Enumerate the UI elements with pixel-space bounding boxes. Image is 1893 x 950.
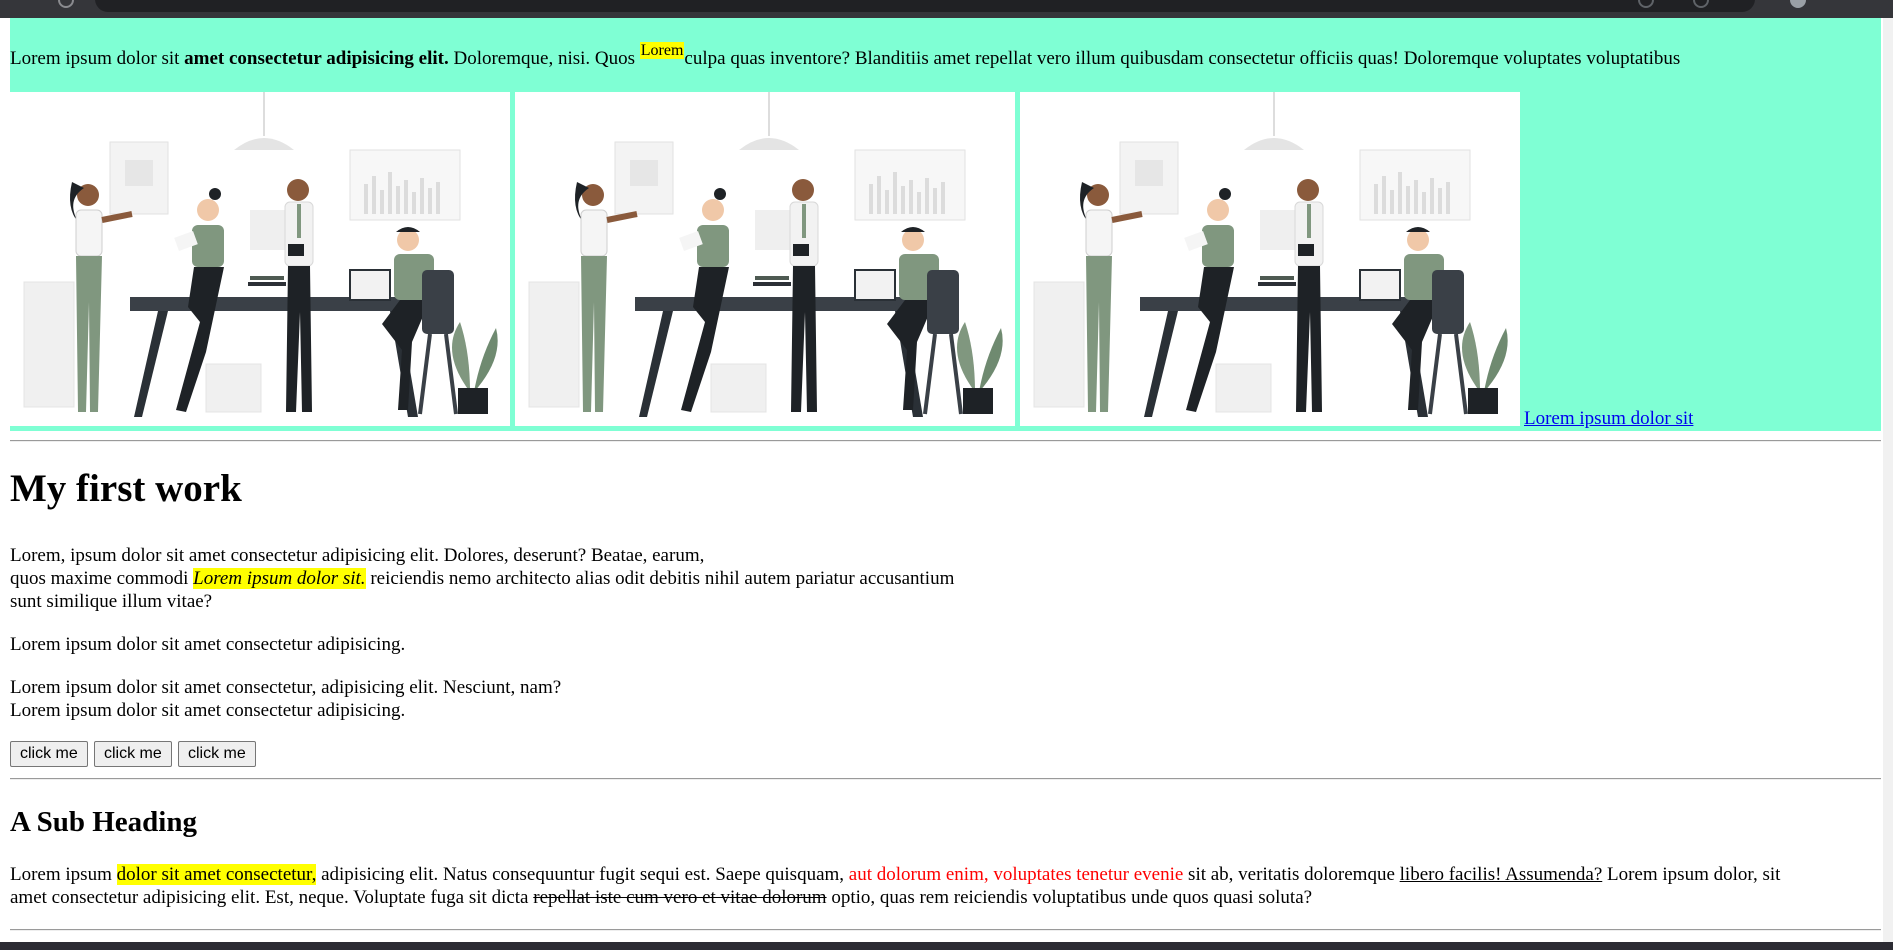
sub-heading: A Sub Heading (10, 806, 197, 838)
paragraph-line-2: Lorem ipsum dolor sit amet consectetur a… (10, 700, 406, 721)
sub-text: sit ab, veritatis doloremque (1183, 864, 1400, 885)
sub-text: amet consectetur adipisicing elit. Est, … (10, 887, 534, 908)
reload-icon[interactable] (58, 0, 74, 8)
intro-paragraph: Lorem, ipsum dolor sit amet consectetur … (10, 544, 954, 613)
office-team-illustration (1020, 92, 1520, 426)
profile-avatar-icon[interactable] (1790, 0, 1806, 8)
sub-text: adipisicing elit. Natus consequuntur fug… (316, 864, 849, 885)
intro-line-3: sunt similique illum vitae? (10, 591, 213, 612)
highlighted-italic-text: Lorem ipsum dolor sit. (193, 568, 366, 589)
hero-text-end: culpa quas inventore? Blanditiis amet re… (684, 48, 1681, 69)
office-team-illustration (515, 92, 1015, 426)
hero-link[interactable]: Lorem ipsum dolor sit (1524, 408, 1693, 431)
address-bar[interactable] (95, 0, 1755, 12)
hero-section: Lorem ipsum dolor sit amet consectetur a… (10, 18, 1881, 431)
hero-mark: Lorem (639, 42, 685, 59)
hero-text-start: Lorem ipsum dolor sit (10, 48, 185, 69)
paragraph-line-1: Lorem ipsum dolor sit amet consectetur, … (10, 677, 562, 698)
click-me-button-2[interactable]: click me (94, 741, 172, 767)
strikethrough-text: repellat iste cum vero et vitae dolorum (533, 887, 827, 908)
browser-toolbar (0, 0, 1893, 18)
red-text: aut dolorum enim, voluptates tenetur eve… (848, 864, 1184, 885)
short-paragraph: Lorem ipsum dolor sit amet consectetur a… (10, 634, 406, 655)
click-me-button-3[interactable]: click me (178, 741, 256, 767)
highlighted-text: dolor sit amet consectetur, (116, 864, 317, 885)
sub-text: Lorem ipsum dolor, sit (1602, 864, 1781, 885)
two-line-paragraph: Lorem ipsum dolor sit amet consectetur, … (10, 676, 561, 722)
divider (10, 778, 1881, 780)
intro-line-2-end: reiciendis nemo architecto alias odit de… (365, 568, 955, 589)
divider (10, 440, 1881, 442)
click-me-button-1[interactable]: click me (10, 741, 88, 767)
page-title: My first work (10, 467, 242, 510)
intro-line-1: Lorem, ipsum dolor sit amet consectetur … (10, 545, 705, 566)
underlined-text: libero facilis! Assumenda? (1399, 864, 1603, 885)
taskbar-edge (0, 942, 1893, 950)
intro-line-2-start: quos maxime commodi (10, 568, 194, 589)
divider (10, 929, 1881, 931)
web-page: Lorem ipsum dolor sit amet consectetur a… (0, 18, 1883, 942)
office-team-illustration (10, 92, 510, 426)
hero-paragraph: Lorem ipsum dolor sit amet consectetur a… (10, 42, 1870, 71)
hero-text-mid: Doloremque, nisi. Quos (448, 48, 640, 69)
scrollbar[interactable] (1883, 18, 1893, 942)
sub-text: Lorem ipsum (10, 864, 117, 885)
hero-text-bold: amet consectetur adipisicing elit. (184, 48, 449, 69)
sub-text: optio, quas rem reiciendis voluptatibus … (826, 887, 1313, 908)
sub-paragraph: Lorem ipsum dolor sit amet consectetur, … (10, 863, 1780, 909)
